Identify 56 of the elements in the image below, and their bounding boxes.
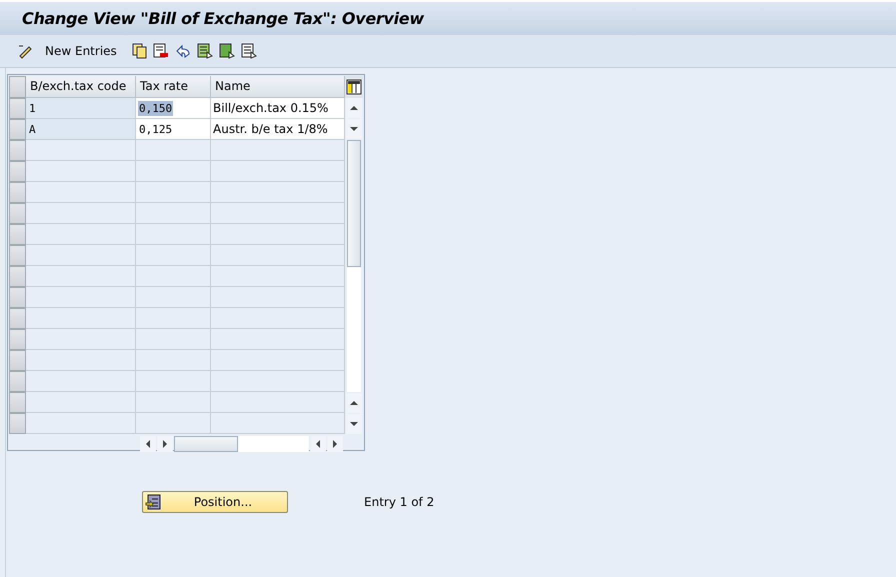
scroll-thumb[interactable] <box>174 436 238 452</box>
delete-row-icon[interactable] <box>152 43 169 59</box>
row-selector[interactable] <box>9 392 26 413</box>
deselect-all-icon[interactable] <box>240 43 257 59</box>
right-arrow-icon <box>161 440 169 448</box>
row-selector[interactable] <box>9 140 26 161</box>
left-arrow-icon <box>144 440 152 448</box>
select-block-icon[interactable] <box>218 43 235 59</box>
row-selector[interactable] <box>9 350 26 371</box>
new-entries-button[interactable]: New Entries <box>39 44 123 58</box>
table-cell: Bill/exch.tax 0.15% <box>211 98 345 119</box>
row-selector[interactable] <box>9 182 26 203</box>
column-settings-icon[interactable] <box>346 79 362 95</box>
down-arrow-icon <box>350 125 358 133</box>
row-selector[interactable] <box>9 413 26 434</box>
row-selector[interactable] <box>9 161 26 182</box>
copy-icon[interactable] <box>130 43 147 59</box>
right-arrow-icon <box>331 440 339 448</box>
scroll-left-button[interactable] <box>310 436 326 452</box>
table-cell: Austr. b/e tax 1/8% <box>211 119 345 140</box>
select-all-icon[interactable] <box>196 43 213 59</box>
row-selector[interactable] <box>9 203 26 224</box>
position-icon <box>145 494 161 510</box>
position-button[interactable]: Position... <box>142 491 288 513</box>
row-selector[interactable] <box>9 329 26 350</box>
column-header[interactable]: Tax rate <box>136 76 211 98</box>
row-selector[interactable] <box>9 224 26 245</box>
row-selector[interactable] <box>9 266 26 287</box>
undo-icon[interactable] <box>174 43 191 59</box>
scroll-right-button[interactable] <box>327 436 343 452</box>
row-selector[interactable] <box>9 245 26 266</box>
scroll-thumb[interactable] <box>347 140 361 267</box>
window-title: Change View "Bill of Exchange Tax": Overview <box>22 9 424 28</box>
left-arrow-icon <box>314 440 322 448</box>
scroll-left-button[interactable] <box>140 436 156 452</box>
row-selector[interactable] <box>9 119 26 140</box>
down-arrow-icon <box>350 420 358 428</box>
tax-rate-field[interactable]: 0,150 <box>138 101 174 116</box>
up-arrow-icon <box>350 104 358 112</box>
row-selector[interactable] <box>9 98 26 119</box>
scroll-right-button[interactable] <box>157 436 173 452</box>
select-all-handle[interactable] <box>9 76 26 98</box>
pencil-icon[interactable] <box>17 43 33 59</box>
column-header[interactable]: B/exch.tax code <box>26 76 136 98</box>
up-arrow-icon <box>350 399 358 407</box>
table-cell: A <box>26 119 136 140</box>
column-header[interactable]: Name <box>211 76 345 98</box>
scroll-down-button[interactable] <box>346 119 362 139</box>
scroll-up-button[interactable] <box>346 393 362 413</box>
row-selector[interactable] <box>9 287 26 308</box>
scroll-down-button[interactable] <box>346 414 362 434</box>
entry-counter: Entry 1 of 2 <box>364 495 434 509</box>
table-cell: 1 <box>26 98 136 119</box>
scroll-up-button[interactable] <box>346 98 362 118</box>
row-selector[interactable] <box>9 371 26 392</box>
row-selector[interactable] <box>9 308 26 329</box>
